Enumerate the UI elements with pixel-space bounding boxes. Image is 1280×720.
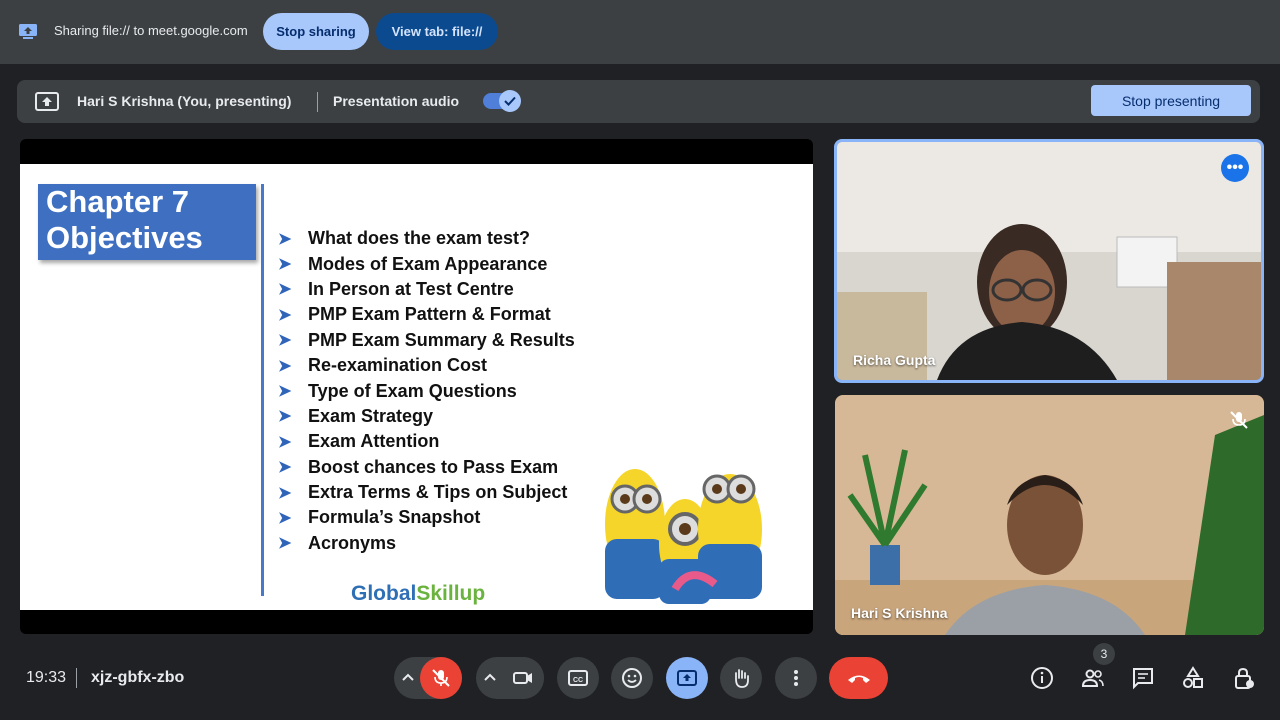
- presentation-audio-label: Presentation audio: [333, 93, 460, 109]
- people-icon[interactable]: [1081, 666, 1105, 690]
- leave-call-button[interactable]: [829, 657, 888, 699]
- bullet-arrow-icon: ➤: [278, 433, 292, 451]
- stop-sharing-button[interactable]: Stop sharing: [263, 13, 369, 50]
- slide-bullet-item: ➤ In Person at Test Centre: [278, 277, 575, 302]
- host-controls-lock-icon[interactable]: [1232, 666, 1256, 690]
- slide-title-box: Chapter 7 Objectives: [38, 184, 256, 260]
- slide-title-line-2: Objectives: [46, 220, 203, 255]
- svg-text:CC: CC: [573, 677, 583, 684]
- globalskillup-logo: GlobalSkillup: [351, 582, 486, 605]
- microphone-button[interactable]: [420, 657, 462, 699]
- bullet-arrow-icon: ➤: [278, 408, 292, 426]
- captions-button[interactable]: CC: [557, 657, 599, 699]
- slide-bullet-text: PMP Exam Pattern & Format: [308, 304, 551, 325]
- participant-tile-hari[interactable]: Hari S Krishna: [835, 395, 1264, 635]
- slide-bullet-item: ➤ What does the exam test?: [278, 226, 575, 251]
- closed-captions-icon: CC: [568, 670, 588, 686]
- slide-bullet-text: Boost chances to Pass Exam: [308, 456, 559, 477]
- emoji-icon: [622, 668, 642, 688]
- screen-share-icon: [19, 24, 37, 39]
- more-vert-icon: [794, 670, 798, 686]
- bullet-arrow-icon: ➤: [278, 509, 292, 527]
- slide-bullet-text: Type of Exam Questions: [308, 380, 517, 401]
- participant-name: Richa Gupta: [853, 352, 936, 368]
- bullet-arrow-icon: ➤: [278, 332, 292, 350]
- presenter-name: Hari S Krishna (You, presenting): [77, 93, 292, 109]
- slide-bullet-item: ➤ Exam Attention: [278, 429, 575, 454]
- slide-bullet-item: ➤ Re-examination Cost: [278, 353, 575, 378]
- divider: [76, 668, 77, 688]
- bullet-arrow-icon: ➤: [278, 535, 292, 553]
- more-options-icon[interactable]: •••: [1221, 154, 1249, 182]
- minions-illustration: [605, 469, 762, 604]
- slide-divider-line: [261, 184, 264, 596]
- slide-title-line-1: Chapter 7: [46, 184, 189, 219]
- slide-bullet-text: Exam Strategy: [308, 405, 434, 426]
- camera-button[interactable]: [502, 657, 544, 699]
- sharing-status-text: Sharing file:// to meet.google.com: [54, 23, 248, 38]
- slide-bullet-text: In Person at Test Centre: [308, 278, 514, 299]
- mic-options-chevron-icon[interactable]: [398, 668, 418, 688]
- slide-bullet-text: Re-examination Cost: [308, 355, 488, 376]
- mic-muted-icon: [1230, 411, 1248, 429]
- meeting-details-info-icon[interactable]: [1030, 666, 1054, 690]
- call-end-icon: [847, 675, 870, 683]
- videocam-icon: [513, 672, 532, 684]
- present-to-all-icon: [677, 670, 697, 686]
- people-count-badge: 3: [1093, 643, 1115, 665]
- slide-bullet-list: ➤ What does the exam test? ➤ Modes of Exam …: [278, 226, 575, 556]
- slide-bullet-text: Acronyms: [308, 532, 397, 553]
- slide: Chapter 7 Objectives ➤ What does the exam…: [20, 164, 813, 610]
- bullet-arrow-icon: ➤: [278, 281, 292, 299]
- raise-hand-button[interactable]: [720, 657, 762, 699]
- bullet-arrow-icon: ➤: [278, 357, 292, 375]
- bullet-arrow-icon: ➤: [278, 256, 292, 274]
- toggle-check-icon[interactable]: [499, 90, 521, 112]
- participant-name: Hari S Krishna: [851, 605, 948, 621]
- sharing-bar: Sharing file:// to meet.google.com Stop …: [0, 0, 1280, 64]
- divider: [317, 92, 318, 112]
- slide-bullet-text: Exam Attention: [308, 431, 440, 452]
- slide-bullet-item: ➤ PMP Exam Summary & Results: [278, 328, 575, 353]
- present-screen-icon: [35, 92, 59, 111]
- participant-tile-richa[interactable]: Richa Gupta •••: [834, 139, 1264, 383]
- bullet-arrow-icon: ➤: [278, 484, 292, 502]
- view-tab-button[interactable]: View tab: file://: [376, 13, 498, 50]
- slide-bullet-text: Extra Terms & Tips on Subject: [308, 482, 568, 503]
- stop-presenting-button[interactable]: Stop presenting: [1091, 85, 1251, 116]
- slide-bullet-item: ➤ Extra Terms & Tips on Subject: [278, 480, 575, 505]
- slide-bullet-item: ➤ Exam Strategy: [278, 404, 575, 429]
- hand-icon: [735, 669, 749, 688]
- bullet-arrow-icon: ➤: [278, 306, 292, 324]
- presenting-bar: Hari S Krishna (You, presenting) Present…: [17, 80, 1260, 123]
- meeting-code: xjz-gbfx-zbo: [91, 669, 185, 686]
- slide-bullet-item: ➤ Formula’s Snapshot: [278, 505, 575, 530]
- slide-bullet-text: Modes of Exam Appearance: [308, 253, 548, 274]
- presentation-stage: Chapter 7 Objectives ➤ What does the exam…: [20, 139, 813, 634]
- slide-bullet-item: ➤ Boost chances to Pass Exam: [278, 455, 575, 480]
- slide-bullet-item: ➤ PMP Exam Pattern & Format: [278, 302, 575, 327]
- more-options-button[interactable]: [775, 657, 817, 699]
- chat-icon[interactable]: [1131, 666, 1155, 690]
- bullet-arrow-icon: ➤: [278, 459, 292, 477]
- slide-bullet-text: PMP Exam Summary & Results: [308, 329, 575, 350]
- reactions-button[interactable]: [611, 657, 653, 699]
- slide-bullet-item: ➤ Modes of Exam Appearance: [278, 251, 575, 276]
- slide-bullet-text: Formula’s Snapshot: [308, 507, 481, 528]
- slide-bullet-item: ➤ Type of Exam Questions: [278, 378, 575, 403]
- camera-options-chevron-icon[interactable]: [480, 668, 500, 688]
- activities-icon[interactable]: [1181, 666, 1205, 690]
- bullet-arrow-icon: ➤: [278, 383, 292, 401]
- bullet-arrow-icon: ➤: [278, 230, 292, 248]
- slide-bullet-text: What does the exam test?: [308, 228, 531, 249]
- meeting-time: 19:33: [26, 669, 67, 686]
- mic-off-icon: [432, 669, 450, 687]
- present-now-button[interactable]: [666, 657, 708, 699]
- slide-bullet-item: ➤ Acronyms: [278, 531, 575, 556]
- participant-video-richa: [837, 142, 1261, 380]
- participant-video-hari: [835, 395, 1264, 635]
